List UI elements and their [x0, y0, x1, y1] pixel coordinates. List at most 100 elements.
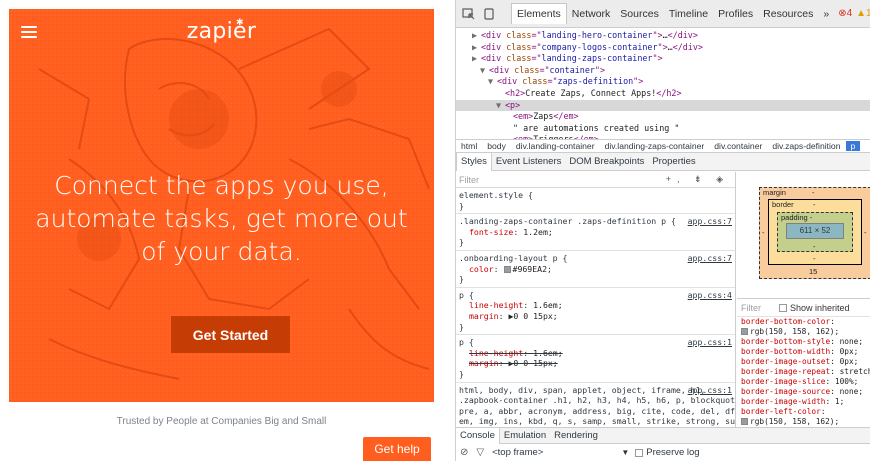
breadcrumb-item[interactable]: div.landing-zaps-container: [600, 141, 710, 151]
style-property[interactable]: margin: ▶0 0 15px;: [459, 358, 732, 369]
expanded-triangle-icon[interactable]: ▼: [496, 100, 505, 112]
computed-property[interactable]: rgb(150, 158, 162);: [737, 417, 870, 427]
breadcrumb-item[interactable]: body: [482, 141, 511, 151]
frame-dropdown-icon[interactable]: ▼: [621, 448, 629, 457]
breadcrumb-item[interactable]: html: [456, 141, 482, 151]
tab-dom-breakpoints[interactable]: DOM Breakpoints: [565, 153, 648, 171]
tab-console[interactable]: Console: [456, 427, 500, 444]
rule-source-link[interactable]: app.css:7: [688, 216, 732, 227]
device-mode-icon[interactable]: [484, 7, 494, 20]
collapsed-triangle-icon[interactable]: ▶: [472, 53, 481, 65]
dom-node-line[interactable]: <em>Zaps</em>: [456, 111, 870, 123]
tab-styles[interactable]: Styles: [456, 152, 492, 171]
computed-filter-placeholder: Filter: [741, 302, 761, 313]
rule-source-link[interactable]: app.css:1: [688, 385, 732, 396]
style-rule[interactable]: app.css:7 .onboarding-layout p {color: #9…: [456, 251, 735, 288]
tab-emulation[interactable]: Emulation: [500, 428, 550, 444]
tab-event-listeners[interactable]: Event Listeners: [492, 153, 565, 171]
computed-property[interactable]: border-image-slice: 100%;: [737, 377, 870, 387]
website-viewport: zapier ✱ Connect the apps you use, autom…: [0, 0, 448, 461]
computed-property[interactable]: border-image-width: 1;: [737, 397, 870, 407]
dom-node-text: …</div>: [667, 41, 703, 52]
tab-properties[interactable]: Properties: [648, 153, 699, 171]
style-property[interactable]: margin: ▶0 0 15px;: [459, 311, 732, 322]
devtools-tabbar: Elements Network Sources Timeline Profil…: [456, 0, 870, 28]
tab-rendering[interactable]: Rendering: [550, 428, 602, 444]
dom-node-tag: <em>: [513, 134, 533, 139]
error-count-badge[interactable]: ⊗4: [838, 8, 852, 19]
dom-node-line[interactable]: ▼ <div class="container">: [456, 65, 870, 77]
rule-source-link[interactable]: app.css:7: [688, 253, 732, 264]
computed-property[interactable]: border-bottom-color:: [737, 317, 870, 327]
styles-filter-placeholder: Filter: [459, 174, 479, 185]
box-model-margin[interactable]: margin - - - 15 border - - padding - - 6…: [759, 187, 870, 279]
color-swatch[interactable]: [741, 328, 748, 335]
styles-filter-input[interactable]: Filter +, ⇟ ◈: [456, 172, 735, 188]
style-property[interactable]: font-size: 1.2em;: [459, 227, 732, 238]
tab-sources[interactable]: Sources: [615, 4, 664, 24]
expanded-triangle-icon[interactable]: ▼: [488, 76, 497, 88]
expanded-triangle-icon[interactable]: ▼: [480, 65, 489, 77]
box-model-border[interactable]: border - - padding - - 611 × 52: [768, 199, 862, 265]
breadcrumb-item[interactable]: p: [845, 141, 861, 151]
tab-network[interactable]: Network: [567, 4, 616, 24]
margin-right-value: -: [864, 228, 867, 237]
computed-property[interactable]: border-image-source: none;: [737, 387, 870, 397]
get-help-button[interactable]: Get help: [363, 437, 431, 461]
box-model-padding[interactable]: padding - - 611 × 52: [777, 212, 853, 252]
more-tabs-button[interactable]: »: [818, 4, 834, 24]
computed-property[interactable]: border-image-repeat: stretch: [737, 367, 870, 377]
computed-property[interactable]: border-bottom-style: none;: [737, 337, 870, 347]
color-swatch[interactable]: [503, 265, 511, 273]
filter-icon[interactable]: ▽: [476, 447, 484, 458]
rule-source-link[interactable]: app.css:1: [688, 337, 732, 348]
style-rule[interactable]: element.style {}: [456, 188, 735, 215]
dom-node-line[interactable]: <h2>Create Zaps, Connect Apps!</h2>: [456, 88, 870, 100]
dom-node-line[interactable]: ▶ <div class="landing-hero-container">…</…: [456, 30, 870, 42]
tab-profiles[interactable]: Profiles: [713, 4, 758, 24]
tab-elements[interactable]: Elements: [511, 3, 567, 24]
warning-count-badge[interactable]: ▲1: [856, 8, 870, 19]
collapsed-triangle-icon[interactable]: ▶: [472, 30, 481, 42]
dom-node-text: Create Zaps, Connect Apps!</h2>: [525, 87, 682, 98]
style-rule[interactable]: app.css:4 p {line-height: 1.6em; margin: ▶…: [456, 288, 735, 336]
style-property[interactable]: line-height: 1.6em;: [459, 300, 732, 311]
preserve-log-checkbox[interactable]: [635, 448, 644, 457]
dom-node-line[interactable]: ▼ <div class="zaps-definition">: [456, 76, 870, 88]
get-started-button[interactable]: Get Started: [171, 316, 290, 353]
breadcrumb-item[interactable]: div.zaps-definition: [767, 141, 845, 151]
warning-icon: ▲: [856, 8, 867, 19]
show-inherited-checkbox[interactable]: [779, 303, 787, 312]
reset-selector-line: .zapbook-container .h1, h2, h3, h4, h5, …: [459, 395, 736, 406]
computed-filter-input[interactable]: Filter Show inherited: [737, 299, 870, 317]
style-rule[interactable]: app.css:7 .landing-zaps-container .zaps-d…: [456, 214, 735, 251]
rule-source-link[interactable]: app.css:4: [688, 290, 732, 301]
style-property[interactable]: line-height: 1.6em;: [459, 348, 732, 359]
dom-node-line[interactable]: ▶ <div class="landing-zaps-container">: [456, 53, 870, 65]
computed-property[interactable]: border-left-color:: [737, 407, 870, 417]
computed-property[interactable]: rgb(150, 158, 162);: [737, 327, 870, 337]
styles-toolbar-icons[interactable]: +, ⇟ ◈: [666, 174, 729, 185]
style-rule[interactable]: app.css:1 p {line-height: 1.6em; margin: ▶…: [456, 335, 735, 383]
dom-node-line[interactable]: " are automations created using ": [456, 123, 870, 135]
color-swatch[interactable]: [741, 418, 748, 425]
computed-property[interactable]: border-bottom-width: 0px;: [737, 347, 870, 357]
tab-resources[interactable]: Resources: [758, 4, 818, 24]
border-label: border: [772, 200, 794, 209]
clear-console-icon[interactable]: ⊘: [460, 447, 468, 458]
breadcrumb-item[interactable]: div.container: [709, 141, 767, 151]
dom-node-tag: <h2>: [505, 87, 526, 98]
collapsed-triangle-icon[interactable]: ▶: [472, 42, 481, 54]
console-drawer: Console Emulation Rendering ⊘ ▽ <top fra…: [456, 427, 870, 461]
dom-node-line[interactable]: ▶ <div class="company-logos-container">…<…: [456, 42, 870, 54]
style-property[interactable]: color: #969EA2;: [459, 264, 732, 275]
breadcrumb-item[interactable]: div.landing-container: [511, 141, 600, 151]
warning-count: 1: [866, 8, 870, 19]
dom-node-line[interactable]: ▼ <p>: [456, 99, 870, 112]
inspect-element-icon[interactable]: [462, 7, 475, 20]
zapier-logo[interactable]: zapier: [9, 19, 434, 44]
box-model-content-size[interactable]: 611 × 52: [786, 223, 844, 239]
computed-property[interactable]: border-image-outset: 0px;: [737, 357, 870, 367]
tab-timeline[interactable]: Timeline: [664, 4, 713, 24]
frame-selector[interactable]: <top frame>: [492, 447, 543, 458]
